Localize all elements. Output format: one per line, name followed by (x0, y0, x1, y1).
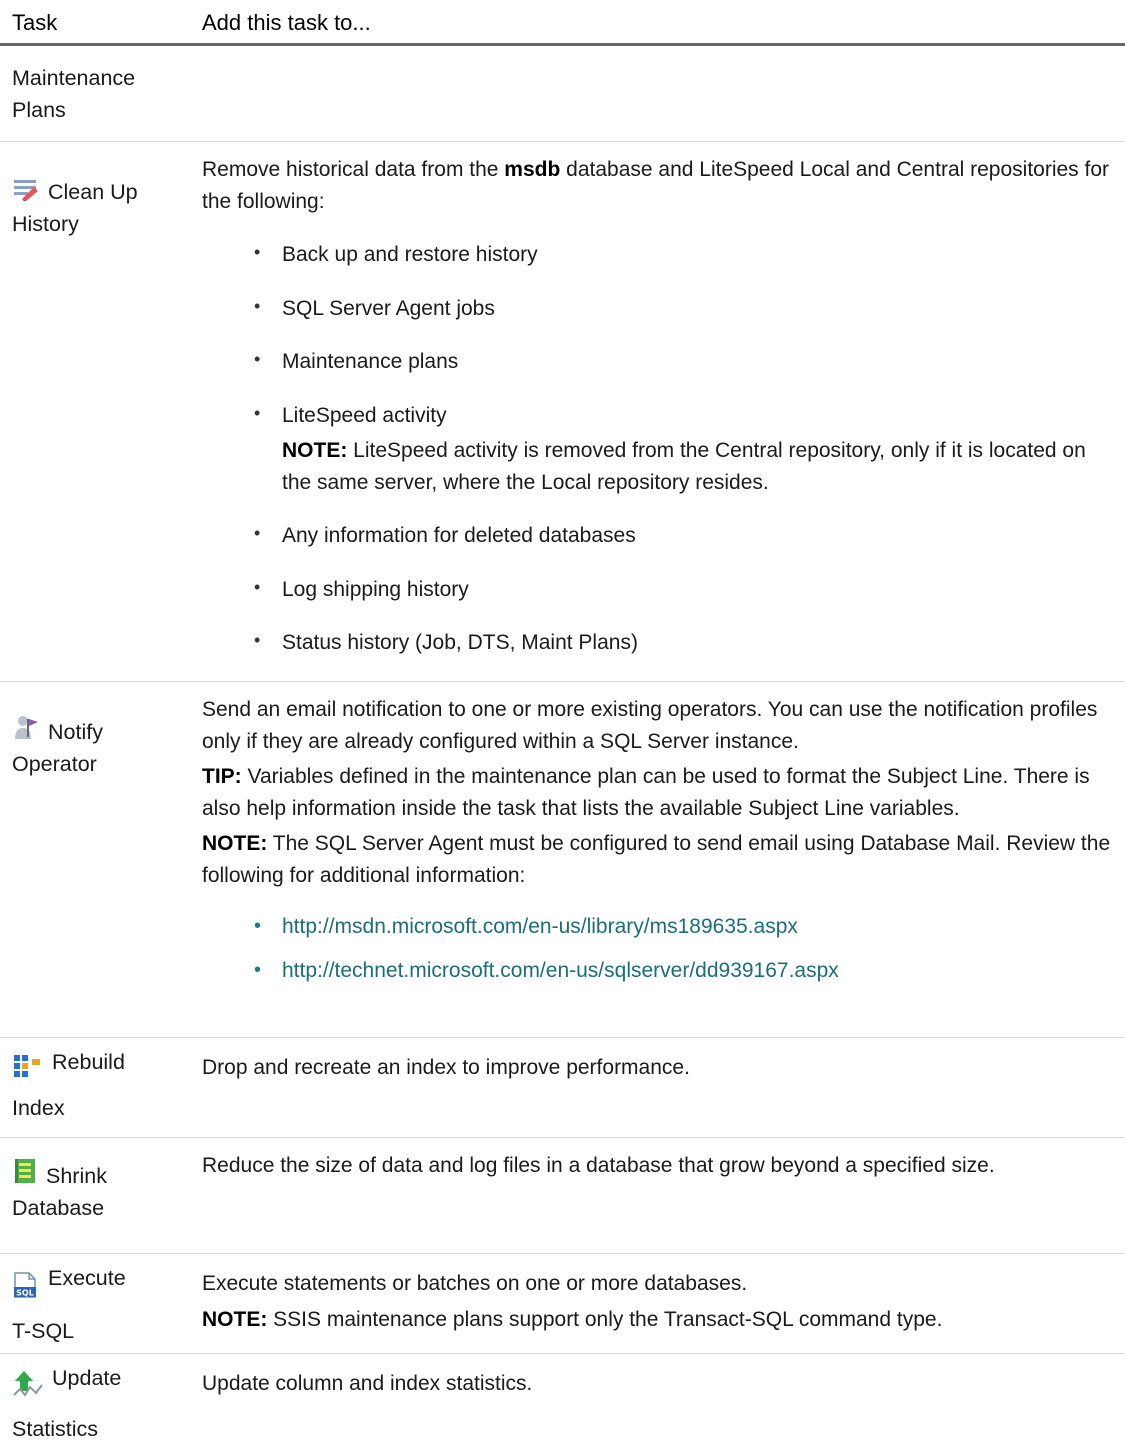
notify-operator-icon (15, 716, 38, 739)
task-description: Remove historical data from the msdb dat… (202, 154, 1117, 659)
task-name-clean-up-history: Clean Up History (12, 176, 172, 240)
task-name-update-statistics: Update Statistics (12, 1362, 182, 1445)
task-label-line1: Execute (48, 1266, 126, 1290)
svg-text:SQL: SQL (16, 1289, 34, 1298)
shrink-database-icon (15, 1159, 35, 1183)
list-item: LiteSpeed activity NOTE: LiteSpeed activ… (202, 400, 1117, 499)
list-item: SQL Server Agent jobs (202, 293, 1117, 325)
note-text: NOTE: The SQL Server Agent must be confi… (202, 832, 1111, 887)
list-item: Log shipping history (202, 574, 1117, 606)
msdn-link[interactable]: http://msdn.microsoft.com/en-us/library/… (282, 915, 798, 938)
task-description: Update column and index statistics. (202, 1372, 533, 1395)
task-name-notify-operator: Notify Operator (12, 716, 162, 780)
rebuild-index-icon (14, 1055, 40, 1077)
table-row-maintenance-plans: Maintenance Plans (0, 46, 1125, 142)
list-item: Status history (Job, DTS, Maint Plans) (202, 627, 1117, 659)
task-description: Execute statements or batches on one or … (202, 1268, 1117, 1335)
table-header: Task Add this task to... (0, 0, 1125, 46)
task-label-line1: Rebuild (52, 1050, 125, 1074)
technet-link[interactable]: http://technet.microsoft.com/en-us/sqlse… (282, 959, 839, 982)
description-text: Send an email notification to one or mor… (202, 698, 1098, 753)
header-task: Task (12, 10, 58, 35)
header-add-to: Add this task to... (202, 10, 371, 35)
list-item: http://msdn.microsoft.com/en-us/library/… (202, 911, 1117, 943)
note-text: NOTE: SSIS maintenance plans support onl… (202, 1307, 943, 1331)
task-label-line2: Statistics (12, 1417, 99, 1441)
table-row-update-statistics: Update Statistics Update column and inde… (0, 1354, 1125, 1441)
table-row-rebuild-index: Rebuild Index Drop and recreate an index… (0, 1038, 1125, 1138)
task-description: Drop and recreate an index to improve pe… (202, 1056, 690, 1079)
description-intro: Remove historical data from the msdb dat… (202, 158, 1110, 213)
table-row-notify-operator: Notify Operator Send an email notificati… (0, 682, 1125, 1038)
task-name-rebuild-index: Rebuild Index (12, 1046, 182, 1124)
table-row-clean-up-history: Clean Up History Remove historical data … (0, 142, 1125, 682)
tip-text: TIP: Variables defined in the maintenanc… (202, 765, 1090, 820)
task-description: Send an email notification to one or mor… (202, 694, 1117, 998)
task-table: Task Add this task to... Maintenance Pla… (0, 0, 1125, 1441)
clean-up-history-icon (14, 180, 38, 201)
table-row-shrink-database: Shrink Database Reduce the size of data … (0, 1138, 1125, 1254)
task-label-line2: Index (12, 1096, 65, 1120)
list-item: Any information for deleted databases (202, 520, 1117, 552)
task-description: Reduce the size of data and log files in… (202, 1154, 995, 1177)
table-row-execute-tsql: SQL Execute T-SQL Execute statements or … (0, 1254, 1125, 1354)
update-statistics-icon (13, 1371, 43, 1397)
description-text: Execute statements or batches on one or … (202, 1272, 748, 1295)
execute-tsql-icon: SQL (14, 1272, 36, 1298)
task-label-line1: Update (52, 1366, 122, 1390)
task-name-execute-tsql: SQL Execute T-SQL (12, 1262, 182, 1347)
history-items-list: Back up and restore history SQL Server A… (202, 239, 1117, 659)
litespeed-note: NOTE: LiteSpeed activity is removed from… (282, 439, 1086, 494)
task-name-shrink-database: Shrink Database (12, 1159, 152, 1224)
section-label: Maintenance Plans (12, 66, 136, 122)
reference-links: http://msdn.microsoft.com/en-us/library/… (202, 911, 1117, 986)
task-label-line2: T-SQL (12, 1319, 75, 1343)
list-item: Maintenance plans (202, 346, 1117, 378)
list-item: Back up and restore history (202, 239, 1117, 271)
list-item: http://technet.microsoft.com/en-us/sqlse… (202, 955, 1117, 987)
